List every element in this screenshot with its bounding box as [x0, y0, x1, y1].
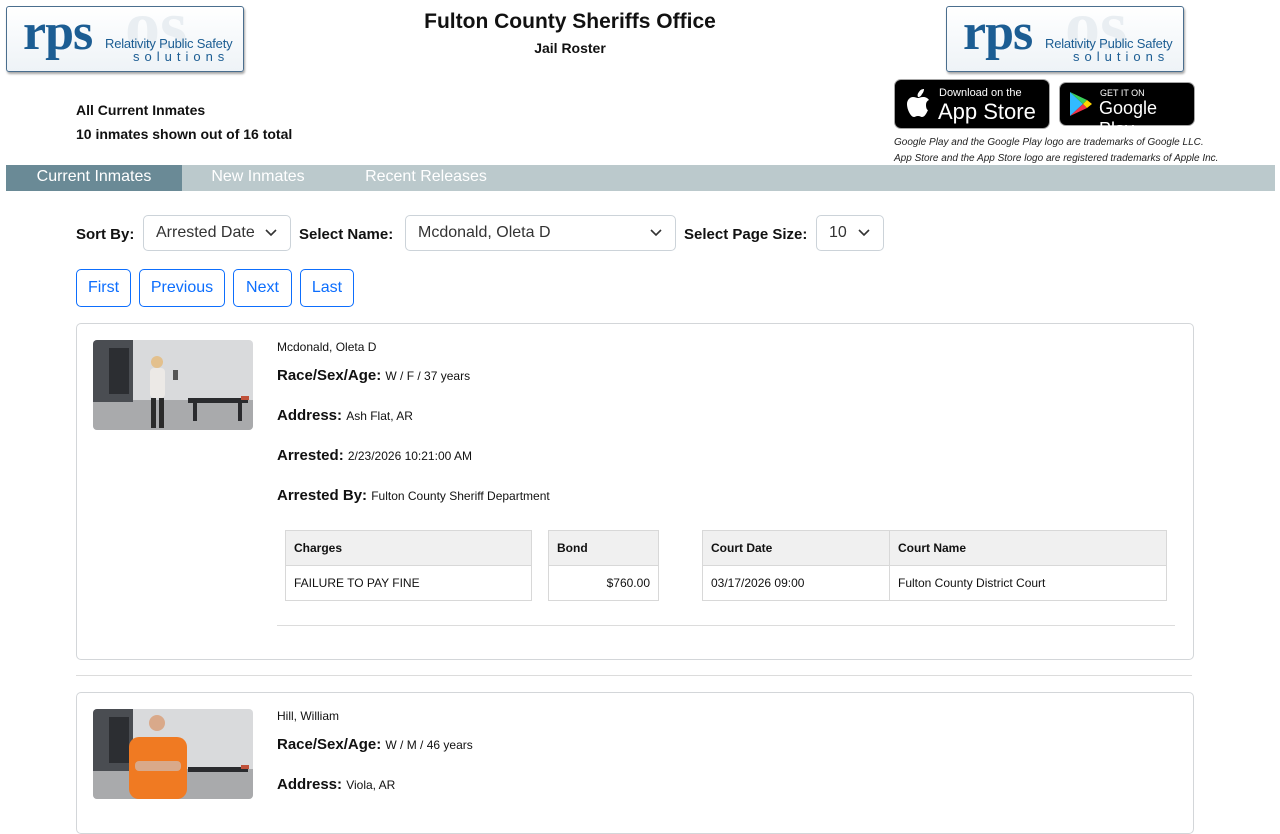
card-separator [76, 675, 1192, 676]
page-size-value: 10 [829, 224, 847, 241]
arrested-by-row: Arrested By: Fulton County Sheriff Depar… [277, 487, 550, 504]
tab-current-inmates[interactable]: Current Inmates [6, 165, 182, 191]
charge-cell: FAILURE TO PAY FINE [285, 565, 532, 601]
charges-header: Charges [285, 530, 532, 566]
arrested-by-value: Fulton County Sheriff Department [371, 489, 550, 503]
google-trademark-note: Google Play and the Google Play logo are… [894, 137, 1204, 148]
page-subtitle: Jail Roster [534, 40, 606, 56]
bond-cell: $760.00 [548, 565, 659, 601]
tab-new-inmates[interactable]: New Inmates [192, 165, 324, 191]
page-size-select[interactable]: 10 [816, 215, 884, 251]
select-name-label: Select Name: [299, 226, 394, 243]
tab-recent-releases[interactable]: Recent Releases [346, 165, 506, 191]
apple-trademark-note: App Store and the App Store logo are reg… [894, 153, 1219, 164]
address-row: Address: Ash Flat, AR [277, 407, 413, 424]
card-divider [277, 625, 1175, 626]
apple-icon [907, 89, 929, 117]
race-sex-age-label: Race/Sex/Age: [277, 367, 382, 384]
previous-page-button[interactable]: Previous [139, 269, 225, 307]
app-store-badge[interactable]: Download on the App Store [894, 79, 1050, 129]
address-value: Viola, AR [346, 778, 396, 792]
inmate-count: 10 inmates shown out of 16 total [76, 126, 293, 142]
inmate-photo[interactable] [93, 340, 253, 430]
list-title: All Current Inmates [76, 102, 206, 118]
inmate-name: Mcdonald, Oleta D [277, 340, 377, 354]
address-label: Address: [277, 407, 343, 424]
address-row: Address: Viola, AR [277, 776, 395, 793]
chevron-down-icon [858, 229, 870, 237]
race-sex-age-value: W / F / 37 years [385, 369, 471, 383]
select-name-value: Mcdonald, Oleta D [418, 224, 551, 241]
arrested-row: Arrested: 2/23/2026 10:21:00 AM [277, 447, 472, 464]
page-size-label: Select Page Size: [684, 226, 808, 243]
bond-table: Bond $760.00 [548, 530, 659, 601]
court-name-header: Court Name [889, 530, 1167, 566]
race-sex-age-row: Race/Sex/Age: W / F / 37 years [277, 367, 470, 384]
charges-table: Charges FAILURE TO PAY FINE [285, 530, 532, 601]
arrested-value: 2/23/2026 10:21:00 AM [347, 449, 472, 463]
nav-bar: Current Inmates New Inmates Recent Relea… [6, 165, 1275, 191]
google-play-big: Google Play [1099, 98, 1158, 139]
inmate-card: Mcdonald, Oleta D Race/Sex/Age: W / F / … [76, 323, 1194, 660]
select-name-select[interactable]: Mcdonald, Oleta D [405, 215, 676, 251]
court-date-header: Court Date [702, 530, 890, 566]
page-title: Fulton County Sheriffs Office [424, 10, 716, 33]
court-table: Court Date Court Name 03/17/2026 09:00 F… [702, 530, 1167, 601]
rps-logo-right: os rps Relativity Public Safety solution… [946, 6, 1184, 72]
court-date-cell: 03/17/2026 09:00 [702, 565, 890, 601]
sort-by-label: Sort By: [76, 226, 135, 243]
logo-mark: rps [23, 6, 93, 61]
address-label: Address: [277, 776, 343, 793]
court-name-cell: Fulton County District Court [889, 565, 1167, 601]
bond-header: Bond [548, 530, 659, 566]
arrested-by-label: Arrested By: [277, 487, 368, 504]
inmate-name: Hill, William [277, 709, 339, 723]
google-play-small: GET IT ON [1100, 88, 1145, 98]
logo-line2: solutions [1073, 49, 1170, 64]
google-play-icon [1070, 92, 1092, 116]
first-page-button[interactable]: First [76, 269, 131, 307]
inmate-card: Hill, William Race/Sex/Age: W / M / 46 y… [76, 692, 1194, 834]
app-store-big: App Store [938, 99, 1036, 124]
arrested-label: Arrested: [277, 447, 344, 464]
address-value: Ash Flat, AR [346, 409, 413, 423]
google-play-badge[interactable]: GET IT ON Google Play [1059, 82, 1195, 139]
race-sex-age-row: Race/Sex/Age: W / M / 46 years [277, 736, 473, 753]
logo-mark: rps [963, 6, 1033, 61]
logo-line2: solutions [133, 49, 230, 64]
last-page-button[interactable]: Last [300, 269, 354, 307]
sort-by-select[interactable]: Arrested Date [143, 215, 291, 251]
race-sex-age-value: W / M / 46 years [385, 738, 473, 752]
next-page-button[interactable]: Next [233, 269, 292, 307]
rps-logo-left: os rps Relativity Public Safety solution… [6, 6, 244, 72]
inmate-photo[interactable] [93, 709, 253, 799]
chevron-down-icon [265, 229, 277, 237]
chevron-down-icon [650, 229, 662, 237]
sort-by-value: Arrested Date [156, 224, 255, 241]
race-sex-age-label: Race/Sex/Age: [277, 736, 382, 753]
app-store-small: Download on the [939, 87, 1022, 99]
